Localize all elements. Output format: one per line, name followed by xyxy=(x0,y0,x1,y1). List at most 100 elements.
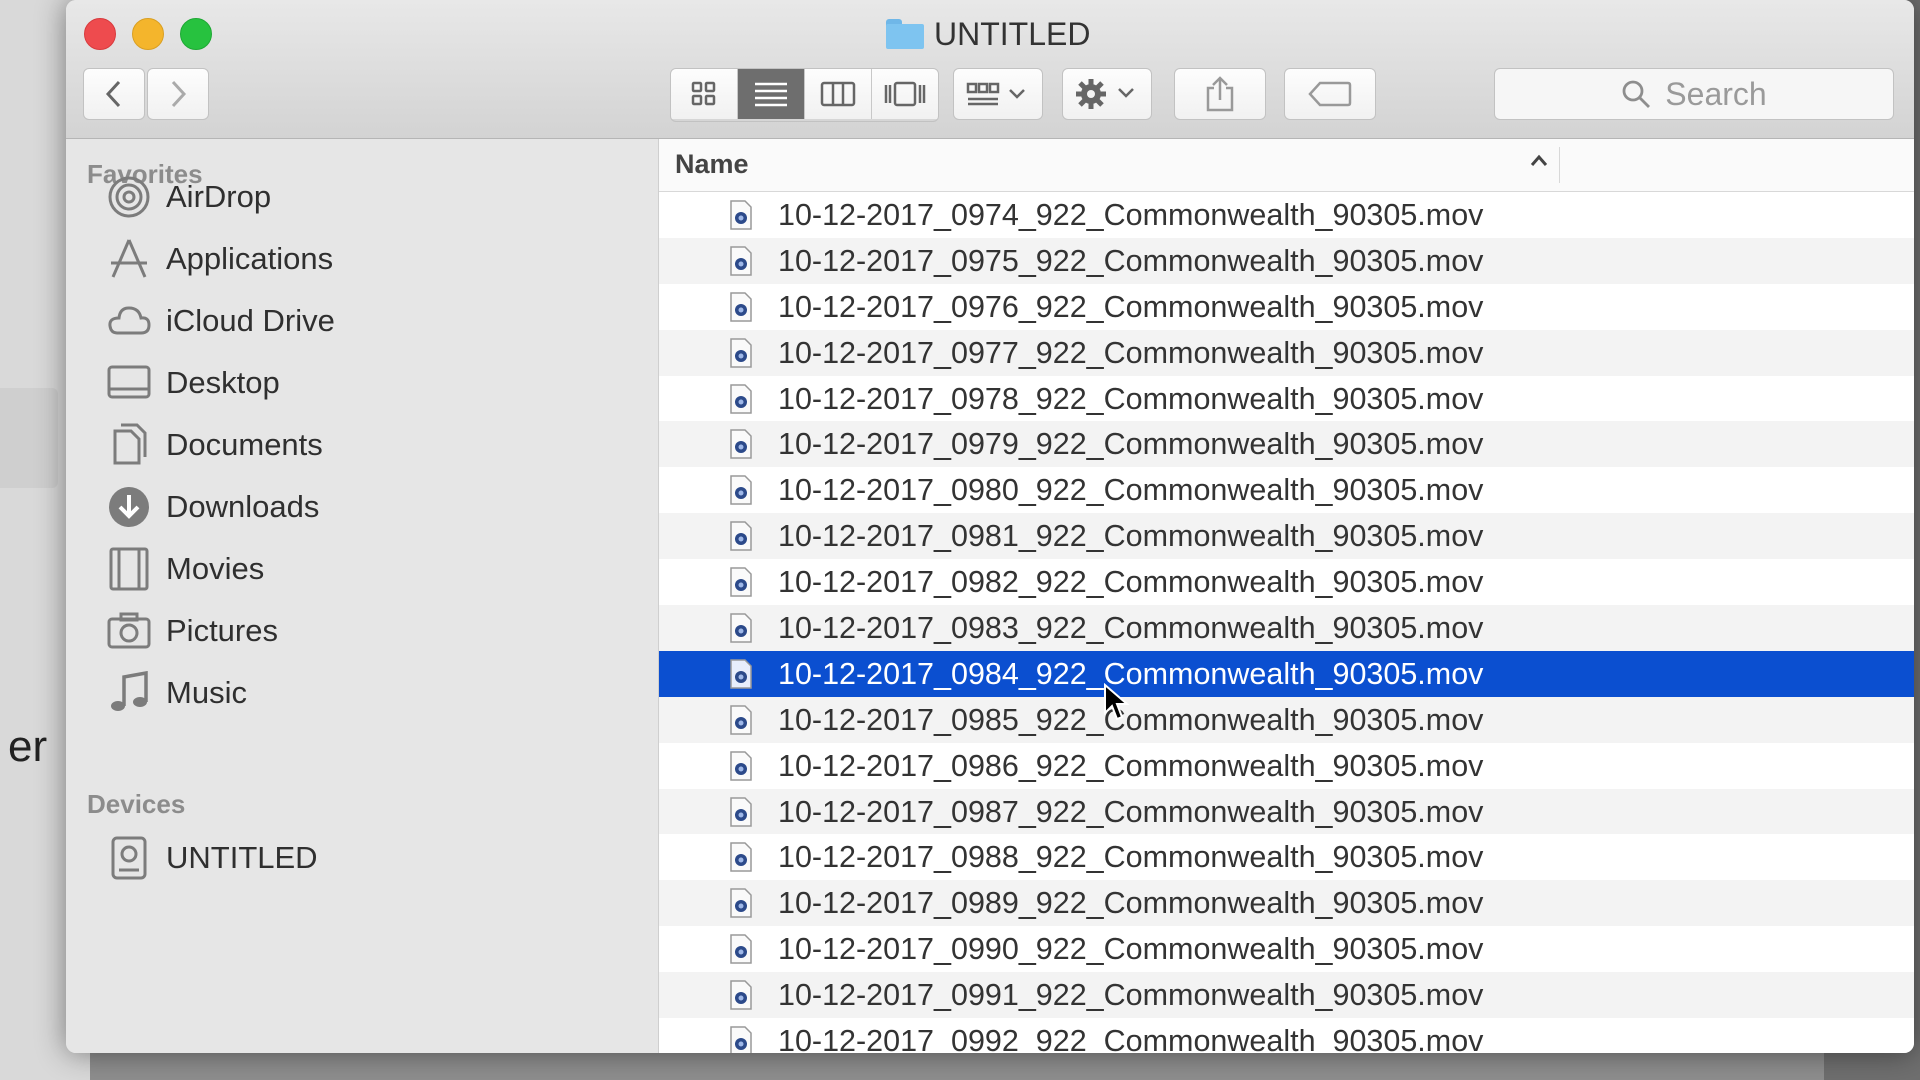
file-row[interactable]: 10-12-2017_0991_922_Commonwealth_90305.m… xyxy=(659,972,1914,1019)
file-name: 10-12-2017_0982_922_Commonwealth_90305.m… xyxy=(778,565,1484,600)
tag-icon xyxy=(1308,81,1352,107)
finder-window: UNTITLED Search Favorites AirDrop Applic… xyxy=(66,0,1914,1053)
titlebar: UNTITLED Search xyxy=(66,0,1914,139)
file-name: 10-12-2017_0991_922_Commonwealth_90305.m… xyxy=(778,978,1484,1013)
movie-file-icon xyxy=(730,934,752,964)
list-header: Name xyxy=(659,139,1914,192)
cover-flow-icon xyxy=(884,81,926,107)
movie-file-icon xyxy=(730,246,752,276)
icon-view-button[interactable] xyxy=(671,69,738,119)
movie-file-icon xyxy=(730,521,752,551)
music-icon xyxy=(106,670,152,716)
close-button[interactable] xyxy=(84,18,116,50)
movie-file-icon xyxy=(730,1026,752,1053)
search-field[interactable]: Search xyxy=(1494,68,1894,120)
file-name: 10-12-2017_0992_922_Commonwealth_90305.m… xyxy=(778,1024,1484,1053)
file-row[interactable]: 10-12-2017_0987_922_Commonwealth_90305.m… xyxy=(659,788,1914,835)
file-row[interactable]: 10-12-2017_0982_922_Commonwealth_90305.m… xyxy=(659,559,1914,605)
file-list: Name 10-12-2017_0974_922_Commonwealth_90… xyxy=(659,139,1914,1053)
sidebar-item-label: AirDrop xyxy=(166,179,272,214)
sidebar-item-airdrop[interactable]: AirDrop xyxy=(106,172,271,222)
share-button[interactable] xyxy=(1174,68,1266,120)
sidebar-item-applications[interactable]: Applications xyxy=(106,234,333,284)
list-icon xyxy=(755,82,787,107)
file-row[interactable]: 10-12-2017_0983_922_Commonwealth_90305.m… xyxy=(659,605,1914,651)
cover-flow-view-button[interactable] xyxy=(872,69,938,119)
sidebar-item-label: Pictures xyxy=(166,613,278,648)
file-row[interactable]: 10-12-2017_0976_922_Commonwealth_90305.m… xyxy=(659,284,1914,330)
movies-icon xyxy=(106,546,152,592)
sidebar-item-label: UNTITLED xyxy=(166,840,318,875)
desktop-icon xyxy=(106,360,152,406)
file-row[interactable]: 10-12-2017_0992_922_Commonwealth_90305.m… xyxy=(659,1018,1914,1053)
sidebar-item-label: Documents xyxy=(166,427,323,462)
downloads-icon xyxy=(106,484,152,530)
file-row[interactable]: 10-12-2017_0978_922_Commonwealth_90305.m… xyxy=(659,376,1914,422)
sidebar-item-label: iCloud Drive xyxy=(166,303,335,338)
file-row[interactable]: 10-12-2017_0975_922_Commonwealth_90305.m… xyxy=(659,237,1914,284)
list-view-button[interactable] xyxy=(738,69,805,119)
movie-file-icon xyxy=(730,659,752,689)
devices-heading: Devices xyxy=(87,789,186,819)
file-name: 10-12-2017_0989_922_Commonwealth_90305.m… xyxy=(778,886,1484,921)
action-button[interactable] xyxy=(1062,68,1152,120)
airdrop-icon xyxy=(106,174,152,220)
minimize-button[interactable] xyxy=(132,18,164,50)
file-name: 10-12-2017_0979_922_Commonwealth_90305.m… xyxy=(778,427,1484,462)
movie-file-icon xyxy=(730,292,752,322)
cloud-icon xyxy=(106,298,152,344)
sidebar-item-movies[interactable]: Movies xyxy=(106,544,264,594)
movie-file-icon xyxy=(730,337,752,368)
background-highlight xyxy=(0,388,58,488)
file-name: 10-12-2017_0986_922_Commonwealth_90305.m… xyxy=(778,748,1484,783)
sort-ascending-icon xyxy=(1530,154,1548,166)
gear-icon xyxy=(1076,79,1134,109)
file-row[interactable]: 10-12-2017_0986_922_Commonwealth_90305.m… xyxy=(659,743,1914,789)
search-icon xyxy=(1622,80,1651,108)
applications-icon xyxy=(106,236,152,282)
sidebar-item-label: Music xyxy=(166,675,247,710)
movie-file-icon xyxy=(730,705,752,735)
file-row[interactable]: 10-12-2017_0989_922_Commonwealth_90305.m… xyxy=(659,880,1914,927)
sidebar-item-label: Applications xyxy=(166,241,334,276)
forward-button[interactable] xyxy=(147,68,209,120)
columns-icon xyxy=(820,81,856,107)
file-name: 10-12-2017_0978_922_Commonwealth_90305.m… xyxy=(778,381,1484,416)
sidebar-item-label: Movies xyxy=(166,551,265,586)
arrange-button[interactable] xyxy=(953,68,1043,120)
sidebar-item-downloads[interactable]: Downloads xyxy=(106,482,319,532)
back-button[interactable] xyxy=(83,68,145,120)
window-title: UNTITLED xyxy=(886,14,1090,54)
file-row[interactable]: 10-12-2017_0984_922_Commonwealth_90305.m… xyxy=(659,650,1914,697)
tags-button[interactable] xyxy=(1284,68,1376,120)
movie-file-icon xyxy=(730,888,752,919)
file-row[interactable]: 10-12-2017_0985_922_Commonwealth_90305.m… xyxy=(659,696,1914,743)
file-name: 10-12-2017_0990_922_Commonwealth_90305.m… xyxy=(778,932,1484,967)
sidebar-item-documents[interactable]: Documents xyxy=(106,420,323,470)
sidebar-item-music[interactable]: Music xyxy=(106,668,247,718)
sidebar-item-untitled-disk[interactable]: UNTITLED xyxy=(106,833,318,883)
column-view-button[interactable] xyxy=(805,69,872,119)
sidebar-item-label: Desktop xyxy=(166,365,280,400)
file-row[interactable]: 10-12-2017_0979_922_Commonwealth_90305.m… xyxy=(659,421,1914,468)
file-row[interactable]: 10-12-2017_0974_922_Commonwealth_90305.m… xyxy=(659,192,1914,238)
movie-file-icon xyxy=(730,842,752,873)
sidebar-item-label: Downloads xyxy=(166,489,320,524)
file-row[interactable]: 10-12-2017_0990_922_Commonwealth_90305.m… xyxy=(659,926,1914,972)
sidebar-item-pictures[interactable]: Pictures xyxy=(106,606,278,656)
documents-icon xyxy=(106,422,152,468)
zoom-button[interactable] xyxy=(180,18,212,50)
sidebar-item-desktop[interactable]: Desktop xyxy=(106,358,280,408)
grid-icon xyxy=(691,81,716,106)
movie-file-icon xyxy=(730,383,752,414)
movie-file-icon xyxy=(730,796,752,827)
name-column-header[interactable]: Name xyxy=(675,149,749,180)
file-row[interactable]: 10-12-2017_0977_922_Commonwealth_90305.m… xyxy=(659,329,1914,376)
file-row[interactable]: 10-12-2017_0988_922_Commonwealth_90305.m… xyxy=(659,834,1914,880)
movie-file-icon xyxy=(730,980,752,1010)
file-row[interactable]: 10-12-2017_0980_922_Commonwealth_90305.m… xyxy=(659,467,1914,513)
sidebar-item-icloud-drive[interactable]: iCloud Drive xyxy=(106,296,335,346)
file-row[interactable]: 10-12-2017_0981_922_Commonwealth_90305.m… xyxy=(659,513,1914,560)
file-rows: 10-12-2017_0974_922_Commonwealth_90305.m… xyxy=(659,192,1914,1053)
folder-icon xyxy=(886,19,924,49)
